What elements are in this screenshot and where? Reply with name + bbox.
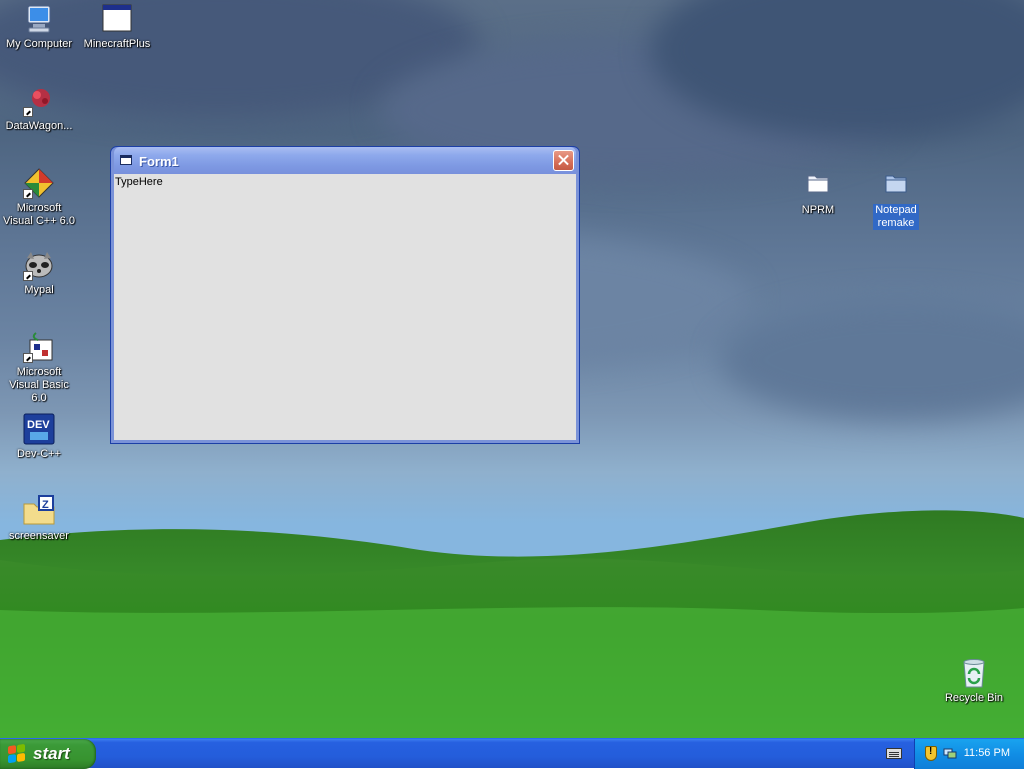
app-window-icon[interactable] (120, 155, 132, 165)
form1-window: Form1 TypeHere (110, 146, 580, 444)
desktop-icon-label: Recycle Bin (944, 692, 1004, 704)
desktop-icon-label: MinecraftPlus (83, 38, 151, 50)
start-button[interactable]: start (0, 739, 96, 769)
mypal-raccoon-icon (22, 248, 56, 282)
desktop-icon-recycle-bin[interactable]: Recycle Bin (935, 656, 1013, 705)
desktop-icon-visual-basic[interactable]: Microsoft Visual Basic 6.0 (0, 330, 78, 405)
desktop-icon-label: Microsoft Visual C++ 6.0 (3, 202, 75, 227)
typehere-label: TypeHere (115, 176, 163, 188)
desktop-icon-minecraftplus[interactable]: MinecraftPlus (78, 2, 156, 51)
close-button[interactable] (553, 150, 574, 171)
desktop: My Computer MinecraftPlus DataWagon... M… (0, 0, 1024, 738)
svg-text:DEV: DEV (27, 419, 50, 431)
folder-icon (879, 168, 913, 202)
desktop-icon-label: Microsoft Visual Basic 6.0 (9, 366, 69, 404)
windows-logo-icon (8, 743, 26, 765)
desktop-icon-mypal[interactable]: Mypal (0, 248, 78, 297)
visual-cpp-icon (22, 166, 56, 200)
desktop-icon-label: Dev-C++ (16, 448, 62, 460)
system-tray: 11:56 PM (914, 739, 1024, 769)
visual-basic-icon (22, 330, 56, 364)
desktop-icon-my-computer[interactable]: My Computer (0, 2, 78, 51)
window-client-area[interactable]: TypeHere (114, 174, 576, 440)
desktop-icon-visual-cpp[interactable]: Microsoft Visual C++ 6.0 (0, 166, 78, 228)
keyboard-language-icon[interactable] (886, 748, 902, 759)
shortcut-arrow-icon (23, 107, 33, 117)
window-title: Form1 (139, 154, 179, 169)
shortcut-arrow-icon (23, 271, 33, 281)
taskbar-clock[interactable]: 11:56 PM (964, 747, 1010, 759)
computer-icon (22, 2, 56, 36)
desktop-icon-label: My Computer (5, 38, 73, 50)
window-titlebar[interactable]: Form1 (114, 147, 576, 174)
desktop-icon-label: Notepad remake (873, 204, 919, 230)
svg-text:Z: Z (42, 499, 49, 511)
dev-cpp-icon: DEV (22, 412, 56, 446)
folder-icon (801, 168, 835, 202)
security-shield-icon[interactable] (925, 746, 937, 761)
cloud (720, 300, 1024, 420)
recycle-bin-icon (957, 656, 991, 690)
desktop-icon-label: DataWagon... (5, 120, 73, 132)
desktop-icon-label: NPRM (801, 204, 835, 216)
desktop-icon-label: screensaver (9, 530, 69, 542)
zip-folder-icon: Z (22, 494, 56, 528)
datawagon-icon (22, 84, 56, 118)
desktop-icon-datawagon[interactable]: DataWagon... (0, 84, 78, 133)
desktop-icon-nprm[interactable]: NPRM (779, 168, 857, 217)
desktop-icon-screensaver[interactable]: Z screensaver (0, 494, 78, 543)
shortcut-arrow-icon (23, 353, 33, 363)
desktop-icon-notepad-remake[interactable]: Notepad remake (857, 168, 935, 230)
window-app-icon (100, 2, 134, 36)
taskbar: start 11:56 PM (0, 738, 1024, 769)
green-hills (0, 510, 1024, 738)
start-label: start (33, 744, 70, 763)
desktop-icon-label: Mypal (24, 284, 54, 296)
network-icon[interactable] (943, 746, 957, 760)
desktop-icon-dev-cpp[interactable]: DEV Dev-C++ (0, 412, 78, 461)
shortcut-arrow-icon (23, 189, 33, 199)
